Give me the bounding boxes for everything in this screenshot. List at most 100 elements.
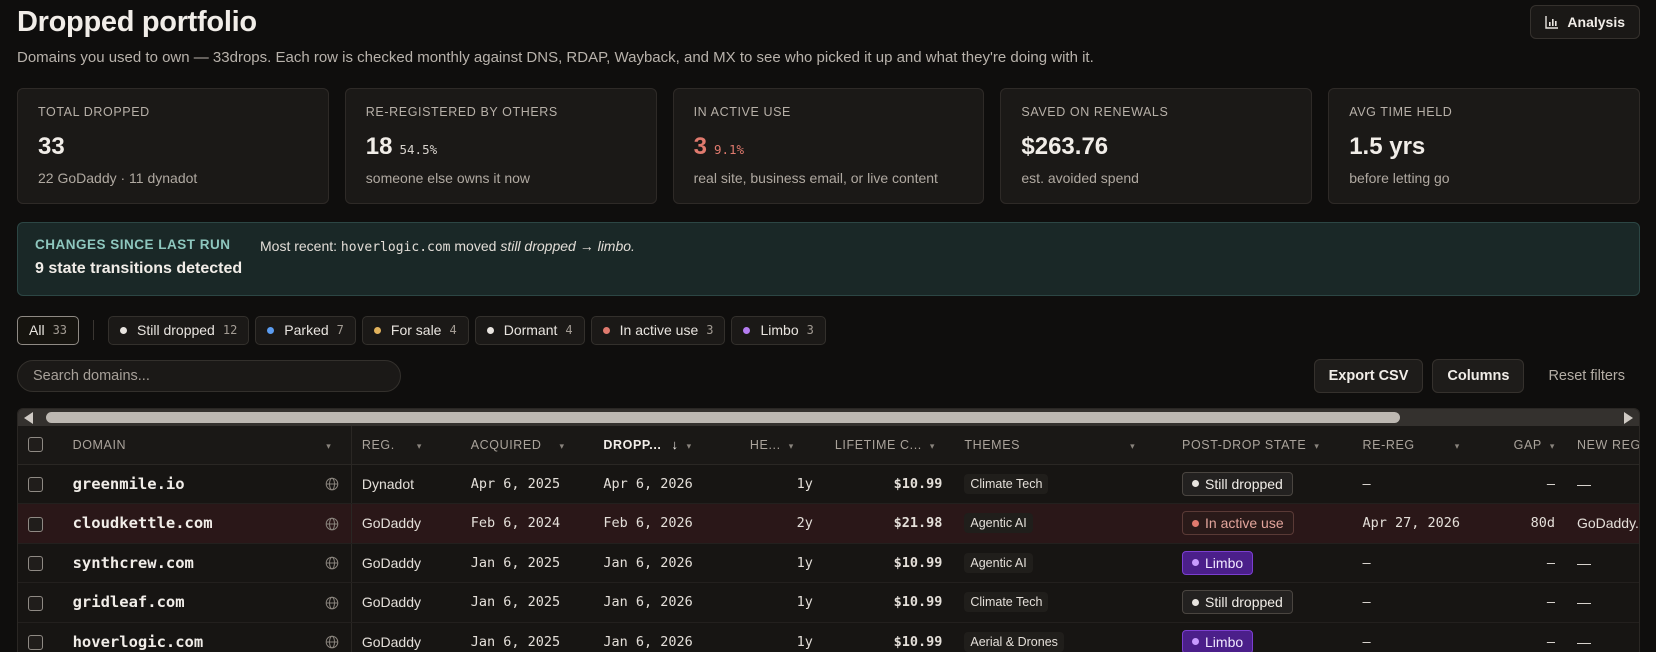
row-checkbox[interactable]: [28, 516, 43, 532]
scroll-right-icon[interactable]: [1624, 412, 1633, 424]
col-acquired[interactable]: ACQUIRED ▾: [460, 426, 594, 465]
search-input[interactable]: [17, 360, 401, 392]
status-dot-icon: [373, 326, 381, 334]
card-value: $263.76: [1021, 133, 1109, 160]
registrar-cell: GoDaddy: [351, 543, 461, 583]
globe-icon[interactable]: [325, 477, 339, 491]
status-dot-icon: [486, 326, 494, 334]
sort-icon: ▾: [1314, 440, 1320, 451]
status-dot-icon: [743, 326, 751, 334]
dropped-cell: Jan 6, 2026: [593, 582, 740, 623]
col-lifetime-cost[interactable]: LIFETIME C... ▾: [824, 426, 955, 465]
new-registrar-cell: —: [1566, 582, 1639, 623]
filter-parked[interactable]: Parked 7: [255, 315, 356, 345]
row-checkbox[interactable]: [28, 477, 43, 493]
globe-icon[interactable]: [325, 635, 339, 649]
page-subtitle: Domains you used to own — 33drops. Each …: [17, 49, 1094, 66]
analysis-label: Analysis: [1567, 14, 1625, 30]
registrar-cell: GoDaddy: [351, 503, 461, 544]
col-held[interactable]: HE... ▾: [739, 426, 825, 465]
row-checkbox[interactable]: [28, 556, 43, 572]
acquired-cell: Apr 6, 2025: [460, 464, 594, 504]
theme-tag: Agentic AI: [964, 552, 1033, 573]
export-csv-button[interactable]: Export CSV: [1313, 359, 1424, 393]
filter-all[interactable]: All 33: [17, 315, 80, 345]
sort-icon: ▾: [929, 440, 935, 451]
table-row[interactable]: cloudkettle.com GoDaddy Feb 6, 2024 Feb …: [18, 503, 1639, 544]
table-row[interactable]: greenmile.io Dynadot Apr 6, 2025 Apr 6, …: [18, 464, 1639, 504]
domain-cell[interactable]: greenmile.io: [62, 464, 352, 504]
dropped-cell: Jan 6, 2026: [593, 543, 740, 583]
analysis-button[interactable]: Analysis: [1530, 5, 1640, 39]
row-checkbox[interactable]: [28, 635, 43, 651]
rereg-cell: —: [1352, 543, 1500, 583]
globe-icon[interactable]: [325, 596, 339, 610]
filter-in-active-use[interactable]: In active use 3: [590, 315, 726, 345]
filter-limbo[interactable]: Limbo 3: [731, 315, 826, 345]
globe-icon[interactable]: [325, 517, 339, 531]
theme-tag: Climate Tech: [964, 592, 1049, 613]
table-row[interactable]: hoverlogic.com GoDaddy Jan 6, 2025 Jan 6…: [18, 622, 1639, 652]
col-re-reg[interactable]: RE-REG ▾: [1352, 426, 1500, 465]
domain-cell[interactable]: cloudkettle.com: [62, 503, 352, 544]
col-gap[interactable]: GAP ▾: [1499, 426, 1567, 465]
table-actions: Export CSV Columns Reset filters: [1313, 359, 1640, 393]
recent-transition: still dropped → limbo.: [500, 238, 635, 254]
scrollbar-thumb[interactable]: [46, 412, 1400, 423]
state-badge: Limbo: [1182, 629, 1254, 652]
held-cell: 1y: [739, 543, 825, 583]
domain-cell[interactable]: hoverlogic.com: [62, 622, 352, 652]
dropped-cell: Apr 6, 2026: [593, 464, 740, 504]
filter-still-dropped[interactable]: Still dropped 12: [108, 315, 250, 345]
dropped-cell: Feb 6, 2026: [593, 503, 740, 544]
horizontal-scrollbar[interactable]: [18, 409, 1639, 426]
card-label: SAVED ON RENEWALS: [1021, 105, 1169, 119]
table-row[interactable]: synthcrew.com GoDaddy Jan 6, 2025 Jan 6,…: [18, 543, 1639, 583]
col-registrar[interactable]: REG. ▾: [351, 426, 461, 465]
state-badge: Limbo: [1182, 550, 1254, 575]
col-post-drop-state[interactable]: POST-DROP STATE ▾: [1172, 426, 1353, 465]
domain-cell[interactable]: synthcrew.com: [62, 543, 352, 583]
acquired-cell: Jan 6, 2025: [460, 582, 594, 623]
state-badge: Still dropped: [1182, 471, 1293, 496]
filter-dormant[interactable]: Dormant 4: [474, 315, 585, 345]
held-cell: 1y: [739, 582, 825, 623]
changes-recent: Most recent: hoverlogic.com moved still …: [260, 238, 635, 255]
domain-cell[interactable]: gridleaf.com: [62, 582, 352, 623]
select-all-checkbox[interactable]: [28, 437, 43, 453]
scroll-left-icon[interactable]: [24, 412, 33, 424]
gap-cell: 80d: [1499, 503, 1567, 544]
col-new-registrar[interactable]: NEW REGIS: [1566, 426, 1639, 465]
card-in-active-use: IN ACTIVE USE 3 9.1% real site, business …: [672, 88, 985, 204]
rereg-cell: —: [1352, 464, 1500, 504]
status-dot-icon: [267, 326, 275, 334]
card-label: RE-REGISTERED BY OTHERS: [365, 105, 558, 119]
rereg-cell: Apr 27, 2026: [1352, 503, 1500, 544]
col-dropped[interactable]: DROPP... ↓ ▾: [593, 426, 740, 465]
card-sub: 22 GoDaddy · 11 dynadot: [38, 170, 198, 186]
gap-cell: —: [1499, 543, 1567, 583]
changes-banner: CHANGES SINCE LAST RUN 9 state transitio…: [17, 222, 1640, 296]
new-registrar-cell: GoDaddy.c: [1566, 503, 1639, 544]
registrar-cell: GoDaddy: [351, 582, 461, 623]
gap-cell: —: [1499, 622, 1567, 652]
card-label: IN ACTIVE USE: [693, 105, 791, 119]
card-value: 18: [365, 133, 393, 160]
new-registrar-cell: —: [1566, 464, 1639, 504]
table-row[interactable]: gridleaf.com GoDaddy Jan 6, 2025 Jan 6, …: [18, 582, 1639, 623]
row-checkbox[interactable]: [28, 595, 43, 611]
theme-tag: Climate Tech: [964, 473, 1049, 494]
card-value: 33: [38, 133, 65, 160]
col-domain[interactable]: DOMAIN ▾: [62, 426, 352, 465]
col-themes[interactable]: THEMES ▾: [954, 426, 1173, 465]
theme-tag: Aerial & Drones: [964, 631, 1064, 652]
theme-tag: Agentic AI: [964, 513, 1033, 534]
sort-icon: ▾: [1130, 440, 1136, 451]
reset-filters-button[interactable]: Reset filters: [1533, 359, 1640, 393]
columns-button[interactable]: Columns: [1432, 359, 1525, 393]
filter-for-sale[interactable]: For sale 4: [361, 315, 469, 345]
state-badge: In active use: [1182, 511, 1294, 536]
new-registrar-cell: —: [1566, 543, 1639, 583]
globe-icon[interactable]: [325, 556, 339, 570]
acquired-cell: Feb 6, 2024: [460, 503, 594, 544]
